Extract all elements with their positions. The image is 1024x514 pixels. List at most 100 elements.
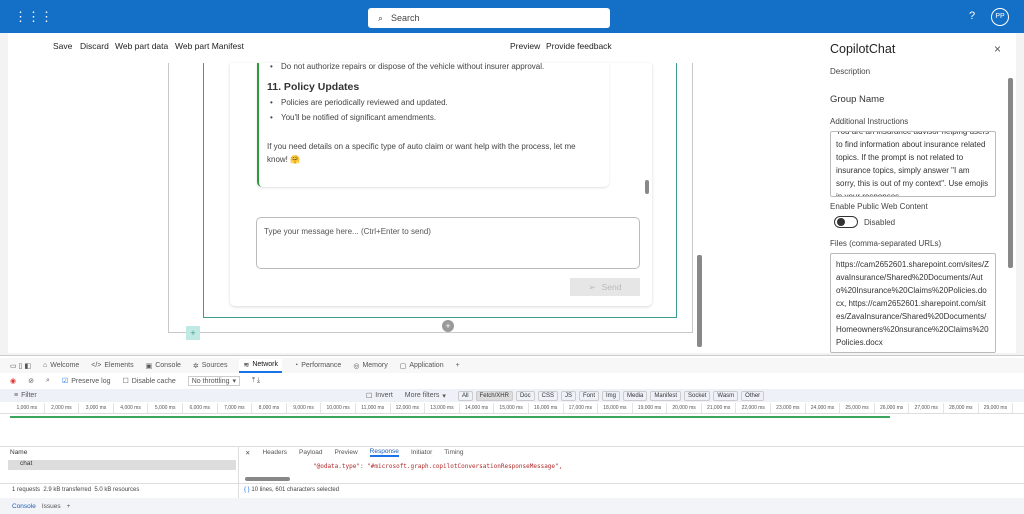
close-detail-icon[interactable]: ✕ [245,449,250,457]
timeline-tick: 26,000 ms [875,403,910,413]
timeline-tick: 21,000 ms [702,403,737,413]
type-filter-all[interactable]: All [457,390,473,401]
save-button[interactable]: Save [53,41,72,51]
preserve-log-checkbox[interactable]: ☑ Preserve log [62,377,111,386]
discard-button[interactable]: Discard [80,41,109,51]
devtools: ▭ ▯ ◧ ⌂ Welcome </> Elements ▣ Console ✲… [0,355,1024,514]
search-icon[interactable]: ⌕ [46,377,50,385]
web-part-data-button[interactable]: Web part data [115,41,168,51]
tab-application[interactable]: ▢ Application [400,362,444,370]
bullet: Policies are periodically reviewed and u… [267,98,609,107]
pane-title: CopilotChat [830,42,896,56]
timeline-tick: 3,000 ms [79,403,114,413]
web-content-label: Enable Public Web Content [830,202,928,211]
more-filters-button[interactable]: More filters ▾ [405,392,446,400]
files-textarea[interactable]: https://cam2652601.sharepoint.com/sites/… [830,253,996,353]
throttling-select[interactable]: No throttling ▾ [187,376,240,386]
drawer-tab-console[interactable]: Console [12,503,36,510]
network-toolbar: ◉ ⊘ ⌕ ☑ Preserve log ☐ Disable cache No th… [0,374,1024,388]
timeline-tick: 24,000 ms [806,403,841,413]
preview-button[interactable]: Preview [510,41,540,51]
closing-text: If you need details on a specific type o… [267,142,576,164]
import-icon[interactable]: ⤒ ⤓ [252,377,260,385]
record-icon[interactable]: ◉ [10,377,16,385]
devtools-tabs: ▭ ▯ ◧ ⌂ Welcome </> Elements ▣ Console ✲… [0,358,1024,373]
property-pane: CopilotChat × Description Group Name Add… [820,33,1016,353]
send-label: Send [601,282,622,292]
help-button[interactable]: ? [969,10,975,22]
invert-checkbox[interactable]: ☐ Invert [366,392,393,400]
pane-scrollbar[interactable] [1008,78,1013,268]
add-webpart-button[interactable]: + [442,320,454,332]
name-column-header[interactable]: Name [10,449,27,456]
request-row[interactable]: chat [8,460,236,470]
timeline-tick: 2,000 ms [45,403,80,413]
add-tab-icon[interactable]: + [456,362,460,369]
response-body[interactable]: "@odata.type": "#microsoft.graph.copilot… [313,463,562,470]
tab-welcome[interactable]: ⌂ Welcome [43,362,79,369]
type-filter-fetch-xhr[interactable]: Fetch/XHR [475,390,513,401]
timeline-tick: 22,000 ms [736,403,772,413]
timeline-tick: 5,000 ms [148,403,183,413]
tab-timing[interactable]: Timing [444,449,463,456]
tab-initiator[interactable]: Initiator [411,449,432,456]
input-placeholder: Type your message here... (Ctrl+Enter to… [264,227,431,236]
add-section-button[interactable]: + [186,326,200,340]
message-input[interactable]: Type your message here... (Ctrl+Enter to… [256,217,640,269]
tab-performance[interactable]: ◔ Performance [294,362,341,369]
send-button[interactable]: ➢ Send [570,278,640,296]
tab-console[interactable]: ▣ Console [146,362,181,370]
type-filter-socket[interactable]: Socket [684,390,711,401]
tab-response[interactable]: Response [369,448,399,457]
add-drawer-tab-icon[interactable]: + [67,503,71,510]
tab-memory[interactable]: ◎ Memory [353,362,387,370]
timeline-tick: 20,000 ms [667,403,702,413]
search-icon: ⌕ [378,12,384,23]
type-filter-font[interactable]: Font [578,390,599,401]
bullet: You'll be notified of significant amendm… [267,113,609,122]
tab-payload[interactable]: Payload [299,449,323,456]
disable-cache-checkbox[interactable]: ☐ Disable cache [122,377,175,386]
instructions-textarea[interactable]: You are an insurance advisor helping use… [830,131,996,197]
group-name-label: Group Name [830,94,885,105]
search-box[interactable]: ⌕ Search [368,8,610,28]
type-filter-js[interactable]: JS [560,390,576,401]
avatar[interactable]: PP [991,8,1009,26]
clear-icon[interactable]: ⊘ [28,377,34,385]
device-toolbar-icon[interactable]: ▭ ▯ ◧ [10,362,31,370]
type-filter-wasm[interactable]: Wasm [713,390,739,401]
timeline-tick: 18,000 ms [598,403,633,413]
app-launcher-icon[interactable]: ⋮⋮⋮ [14,9,53,25]
page-scrollbar[interactable] [697,255,702,347]
web-content-toggle[interactable] [834,216,858,228]
timeline-tick: 10,000 ms [321,403,356,413]
tab-headers[interactable]: Headers [262,449,287,456]
timeline-ruler: 1,000 ms 2,000 ms 3,000 ms 4,000 ms 5,000 ms… [0,403,1024,414]
feedback-button[interactable]: Provide feedback [546,41,612,51]
type-filter-other[interactable]: Other [741,390,765,401]
instructions-value: You are an insurance advisor helping use… [836,131,990,197]
type-filter-manifest[interactable]: Manifest [650,390,682,401]
type-filter-css[interactable]: CSS [537,390,558,401]
bullet: Do not authorize repairs or dispose of t… [267,62,609,71]
send-icon: ➢ [588,281,596,292]
tab-sources[interactable]: ✲ Sources [193,362,228,370]
web-content-state: Disabled [864,218,896,227]
drawer-tab-issues[interactable]: Issues [42,503,61,510]
tab-elements[interactable]: </> Elements [91,362,133,369]
timeline-tick: 19,000 ms [633,403,668,413]
chat-scrollbar[interactable] [645,180,649,194]
timeline-tick: 6,000 ms [183,403,218,413]
response-scrollbar[interactable] [245,477,290,481]
braces-icon: { } [244,487,250,493]
type-filter-img[interactable]: Img [602,390,621,401]
filter-input[interactable]: ≡ Filter [14,392,354,399]
search-placeholder: Search [391,13,420,23]
tab-network[interactable]: ≋ Network [239,358,283,373]
close-icon[interactable]: × [994,42,1001,56]
type-filter-doc[interactable]: Doc [515,390,535,401]
type-filter-media[interactable]: Media [623,390,648,401]
web-part-manifest-button[interactable]: Web part Manifest [175,41,244,51]
files-value: https://cam2652601.sharepoint.com/sites/… [836,260,989,347]
tab-preview[interactable]: Preview [335,449,358,456]
